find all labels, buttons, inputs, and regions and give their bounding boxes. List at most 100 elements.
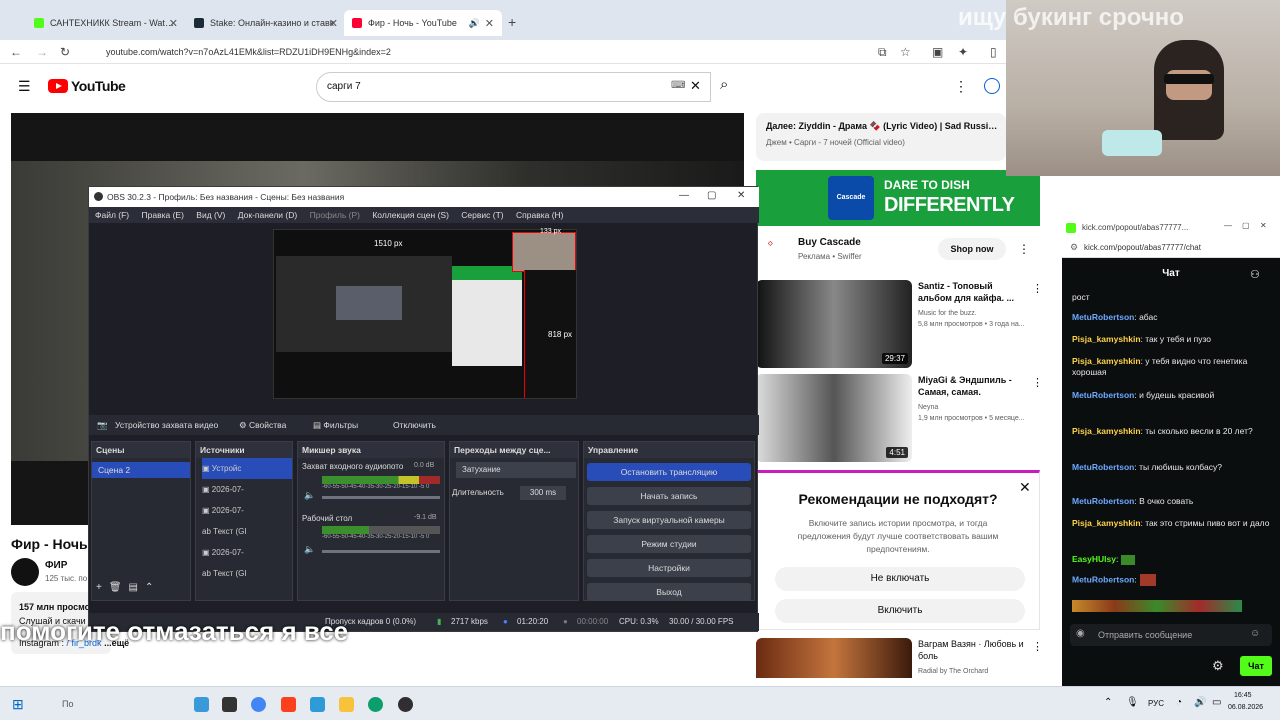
chat-username[interactable]: Pisja_kamyshkin [1072, 518, 1141, 528]
edge-icon[interactable] [368, 697, 383, 712]
clock-date[interactable]: 06.08.2026 [1228, 704, 1263, 711]
speaker-icon[interactable]: 🔊 [469, 18, 480, 29]
chat-username[interactable]: Pisja_kamyshkin [1072, 356, 1141, 366]
close-icon[interactable]: ✕ [1260, 221, 1267, 230]
ad-menu-icon[interactable]: ⋮ [1018, 242, 1030, 256]
forward-icon[interactable]: → [36, 45, 48, 59]
more-vert-icon[interactable]: ⋮ [954, 78, 968, 95]
menu-edit[interactable]: Правка (E) [142, 210, 184, 220]
source-item[interactable]: ab Текст (GI [202, 521, 292, 542]
start-recording-button[interactable]: Начать запись [587, 487, 751, 505]
obs-taskbar-icon[interactable] [398, 697, 413, 712]
source-item[interactable]: ▣ 2026-07- [202, 500, 292, 521]
battery-icon[interactable]: ▭ [1212, 697, 1221, 708]
duration-input[interactable]: 300 ms [520, 486, 566, 500]
chat-username[interactable]: MetuRobertson [1072, 312, 1134, 322]
chat-url[interactable]: kick.com/popout/abas77777/chat [1062, 238, 1280, 258]
chat-message-input[interactable]: Отправить сообщение [1070, 624, 1272, 646]
obs-preview[interactable]: 1510 px 133 px 818 px [273, 228, 577, 399]
filters-button[interactable]: ▤ Фильтры [313, 415, 358, 435]
volume-icon[interactable]: 🔊 [1194, 697, 1206, 708]
channel-name[interactable]: ФИР [45, 560, 67, 571]
volume-slider[interactable] [322, 550, 440, 553]
menu-profile[interactable]: Профиль (P) [310, 210, 360, 220]
search-icon[interactable]: ⌕ [720, 76, 728, 93]
menu-docks[interactable]: Док-панели (D) [238, 210, 297, 220]
clock-time[interactable]: 16:45 [1234, 692, 1252, 699]
source-item[interactable]: ab Текст (GI [202, 563, 292, 584]
url-field[interactable]: youtube.com/watch?v=n7oAzL41EMk&list=RDZ… [96, 43, 856, 61]
more-vert-icon[interactable]: ⋮ [1032, 282, 1043, 295]
extensions-icon[interactable]: ✦ [958, 45, 968, 59]
start-windows-icon[interactable]: ⊞ [12, 696, 24, 713]
recommended-video[interactable]: 29:37 Santiz - Топовый альбом для кайфа.… [756, 280, 1043, 370]
tab-stake[interactable]: Stake: Онлайн-казино и ставк ✕ [186, 10, 346, 36]
yandex-icon[interactable] [281, 697, 296, 712]
stop-streaming-button[interactable]: Остановить трансляцию [587, 463, 751, 481]
reload-icon[interactable]: ↻ [60, 45, 70, 59]
menu-view[interactable]: Вид (V) [196, 210, 225, 220]
maximize-icon[interactable]: ▢ [707, 190, 716, 201]
recommended-video[interactable]: Ваграм Вазян · Любовь и боль Radial by T… [756, 638, 1040, 678]
bookmark-star-icon[interactable]: ☆ [900, 45, 911, 59]
chat-username[interactable]: Pisja_kamyshkin [1072, 426, 1141, 436]
language-indicator[interactable]: РУС [1148, 699, 1164, 708]
up-next-panel[interactable]: Далее: Ziyddin - Драма 🍫 (Lyric Video) |… [756, 113, 1006, 161]
disable-button[interactable]: Отключить [393, 415, 436, 435]
youtube-logo[interactable]: YouTube [48, 78, 126, 94]
new-tab-icon[interactable]: + [508, 14, 516, 30]
speaker-icon[interactable]: 🔈 [304, 490, 315, 501]
chrome-icon[interactable] [251, 697, 266, 712]
menu-help[interactable]: Справка (H) [516, 210, 564, 220]
close-tab-icon[interactable]: ✕ [169, 17, 178, 30]
studio-mode-button[interactable]: Режим студии [587, 535, 751, 553]
media-icon[interactable]: ▣ [932, 45, 943, 59]
source-item[interactable]: ▣ Устройс [202, 458, 292, 479]
settings-button[interactable]: Настройки [587, 559, 751, 577]
keyboard-icon[interactable]: ⌨ [671, 80, 685, 91]
properties-button[interactable]: ⚙ Свойства [239, 415, 286, 435]
site-info-icon[interactable]: ⚙ [1070, 242, 1078, 253]
taskbar-search[interactable]: По [62, 699, 73, 709]
menu-scene-collection[interactable]: Коллекция сцен (S) [372, 210, 449, 220]
back-icon[interactable]: ← [10, 45, 22, 59]
speaker-icon[interactable]: 🔈 [304, 544, 315, 555]
shop-now-button[interactable]: Shop now [938, 238, 1006, 260]
close-tab-icon[interactable]: ✕ [485, 17, 494, 30]
network-icon[interactable]: ◔ [1176, 697, 1182, 708]
chat-username[interactable]: Pisja_kamyshkin [1072, 334, 1141, 344]
dont-enable-button[interactable]: Не включать [775, 567, 1025, 591]
chat-username[interactable]: MetuRobertson [1072, 496, 1134, 506]
exit-button[interactable]: Выход [587, 583, 751, 601]
taskview-icon[interactable] [222, 697, 237, 712]
channel-avatar[interactable] [11, 558, 39, 586]
sidebar-icon[interactable]: ▯ [990, 45, 997, 59]
more-vert-icon[interactable]: ⋮ [1032, 376, 1043, 389]
recommended-video[interactable]: 4:51 MiyaGi & Эндшпиль - Самая, самая. N… [756, 374, 1043, 464]
app-icon[interactable] [310, 697, 325, 712]
menu-hamburger-icon[interactable]: ☰ [18, 78, 31, 95]
microphone-icon[interactable]: 🎙 [1126, 697, 1139, 708]
widgets-icon[interactable] [194, 697, 209, 712]
transition-select[interactable]: Затухание [456, 462, 576, 478]
menu-file[interactable]: Файл (F) [95, 210, 129, 220]
chat-username[interactable]: MetuRobertson [1072, 390, 1134, 400]
minimize-icon[interactable]: — [1224, 221, 1232, 230]
minimize-icon[interactable]: — [679, 190, 689, 201]
scene-toolbar[interactable]: +🗑▤⌃ [96, 582, 160, 593]
chat-settings-gear-icon[interactable]: ⚙ [1212, 658, 1224, 674]
more-vert-icon[interactable]: ⋮ [1032, 640, 1040, 653]
volume-slider[interactable] [322, 496, 440, 499]
ad-banner[interactable]: Cascade DARE TO DISH DIFFERENTLY [756, 170, 1040, 226]
emoji-icon[interactable]: ☺ [1250, 628, 1260, 639]
file-explorer-icon[interactable] [339, 697, 354, 712]
tab-youtube[interactable]: Фир - Ночь - YouTube 🔊 ✕ [344, 10, 502, 36]
virtual-camera-button[interactable]: Запуск виртуальной камеры [587, 511, 751, 529]
tray-chevron-icon[interactable]: ⌃ [1104, 697, 1112, 708]
chat-send-button[interactable]: Чат [1240, 656, 1272, 676]
chat-users-icon[interactable]: ⚇ [1250, 268, 1260, 281]
source-item[interactable]: ▣ 2026-07- [202, 542, 292, 563]
account-icon[interactable] [984, 78, 1000, 94]
source-item[interactable]: ▣ 2026-07- [202, 479, 292, 500]
chat-username[interactable]: MetuRobertson [1072, 574, 1134, 584]
